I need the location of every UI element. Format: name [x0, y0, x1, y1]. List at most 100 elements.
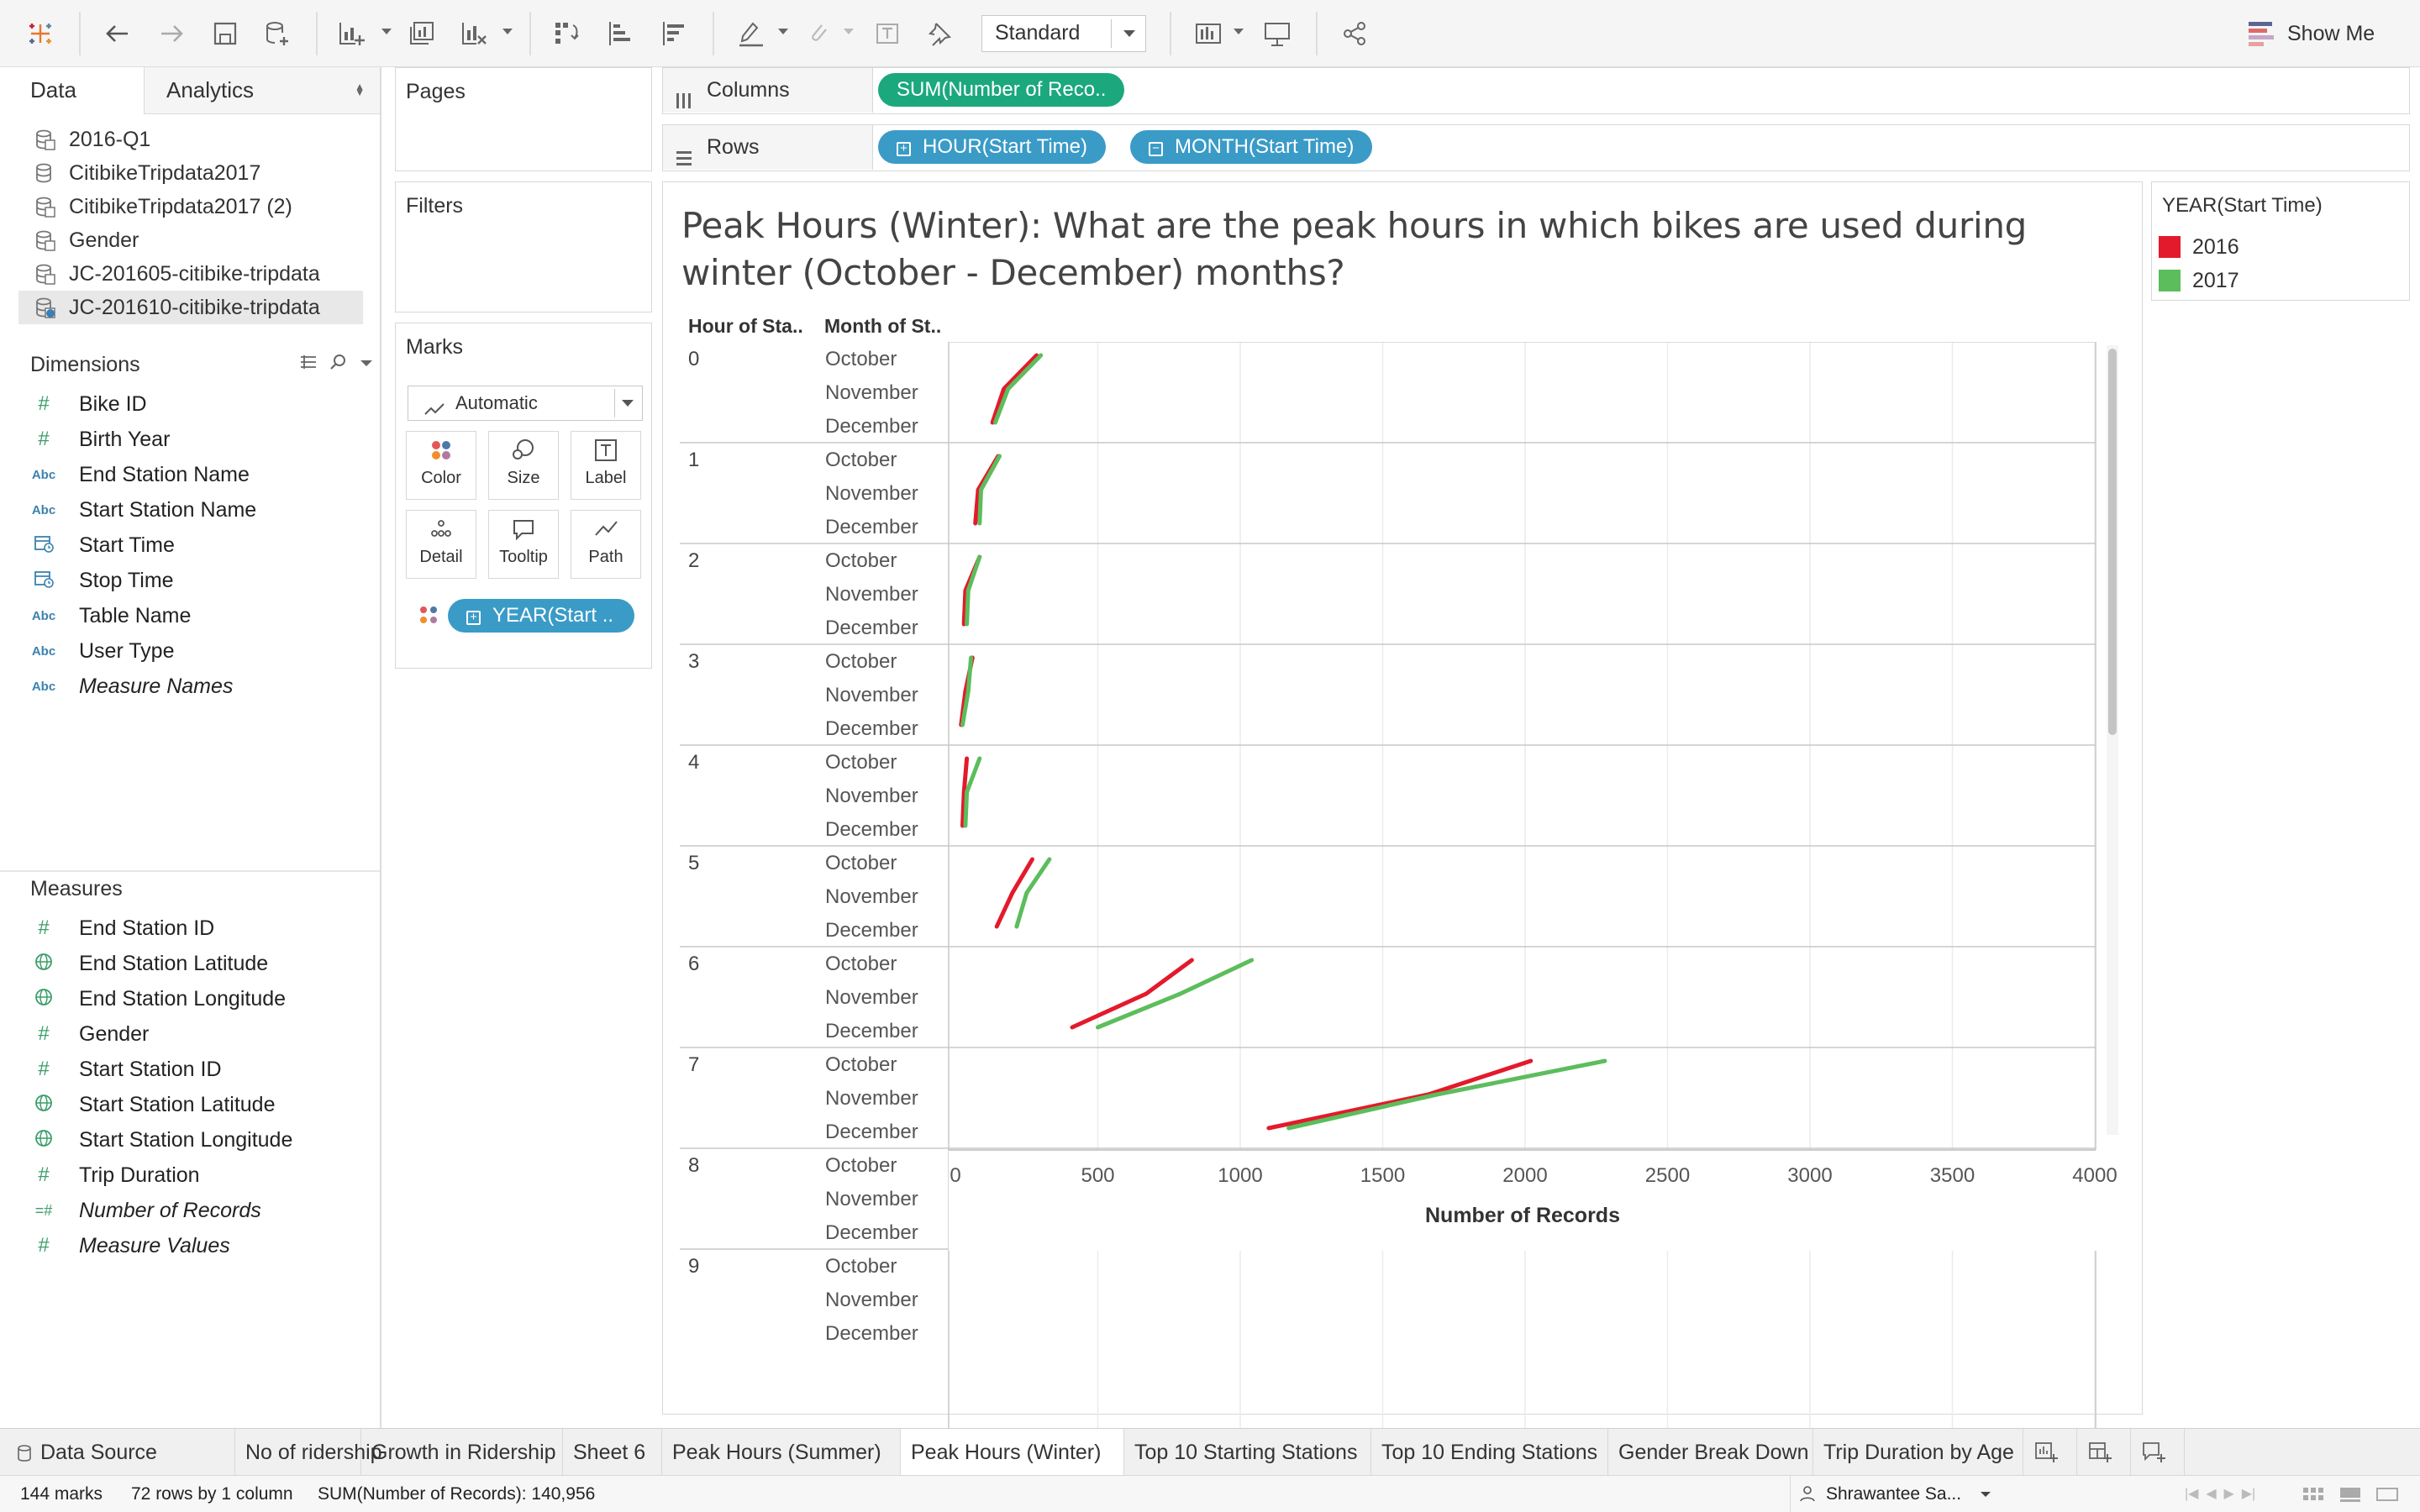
redo-icon[interactable] — [151, 12, 192, 55]
save-icon[interactable] — [205, 12, 245, 55]
hour-start-time-pill[interactable]: + HOUR(Start Time) — [878, 130, 1107, 164]
presentation-mode-icon[interactable] — [1257, 12, 1297, 55]
field-user-type[interactable]: Abc User Type — [30, 633, 366, 669]
new-worksheet-tab-icon[interactable] — [2023, 1429, 2077, 1476]
field-start-station-id[interactable]: # Start Station ID — [30, 1052, 366, 1087]
tab-peak-hours-winter[interactable]: Peak Hours (Winter) — [901, 1429, 1124, 1476]
tab-trip-duration-by-age[interactable]: Trip Duration by Age — [1813, 1429, 2023, 1476]
legend-item-2016[interactable]: 2016 — [2159, 234, 2239, 260]
datasource-item-2016-q1[interactable]: 2016-Q1 — [18, 123, 363, 156]
datasource-item-citibiketripdata2017-2[interactable]: CitibikeTripdata2017 (2) — [18, 190, 363, 223]
pages-card[interactable]: Pages — [395, 67, 652, 171]
detail-dots-icon — [431, 520, 451, 537]
field-label: Start Time — [79, 533, 175, 557]
tab-gender-break-down[interactable]: Gender Break Down — [1608, 1429, 1813, 1476]
tab-sheet-6[interactable]: Sheet 6 — [563, 1429, 662, 1476]
path-button[interactable]: Path — [571, 510, 641, 579]
tab-data-source[interactable]: Data Source — [7, 1429, 235, 1476]
show-me-label: Show Me — [2287, 21, 2375, 45]
show-cards-icon[interactable] — [1188, 12, 1228, 55]
legend-item-2017[interactable]: 2017 — [2159, 268, 2239, 293]
label-button[interactable]: Label — [571, 431, 641, 500]
user-menu[interactable]: Shrawantee Sa... — [1790, 1476, 2002, 1512]
x-tick-label: 3000 — [1787, 1164, 1832, 1187]
mark-type-select[interactable]: Automatic — [408, 386, 643, 421]
sort-descending-icon[interactable] — [654, 12, 694, 55]
chevron-down-icon[interactable] — [360, 357, 373, 372]
fix-axes-pin-icon[interactable] — [919, 12, 960, 55]
sum-records-pill[interactable]: SUM(Number of Reco.. — [878, 73, 1125, 107]
search-icon[interactable] — [329, 353, 348, 375]
field-stop-time[interactable]: Stop Time — [30, 563, 366, 598]
view-layout-icons[interactable] — [2302, 1476, 2398, 1512]
month-label: October — [825, 348, 897, 370]
new-worksheet-icon[interactable] — [331, 12, 371, 55]
color-label: Color — [421, 469, 461, 487]
clear-sheet-icon[interactable] — [454, 12, 494, 55]
month-label: November — [825, 885, 918, 908]
group-members-icon[interactable] — [798, 12, 839, 55]
field-measure-names[interactable]: Abc Measure Names — [30, 669, 366, 704]
status-sum: SUM(Number of Records): 140,956 — [318, 1484, 596, 1504]
filters-card[interactable]: Filters — [395, 181, 652, 312]
view-list-icon[interactable] — [299, 354, 318, 375]
tab-growth-in-ridership[interactable]: Growth in Ridership — [361, 1429, 563, 1476]
field-number-of-records[interactable]: =# Number of Records — [30, 1193, 366, 1228]
fit-view-select[interactable]: Standard — [981, 15, 1146, 52]
new-story-tab-icon[interactable] — [2131, 1429, 2185, 1476]
field-start-station-longitude[interactable]: Start Station Longitude — [30, 1122, 366, 1158]
datasource-item-jc-201605-citibike-tripdata[interactable]: JC-201605-citibike-tripdata — [18, 257, 363, 291]
year-color-pill[interactable]: + YEAR(Start .. — [448, 599, 634, 633]
datasource-item-gender[interactable]: Gender — [18, 223, 363, 257]
label-text-icon — [595, 439, 617, 461]
month-start-time-pill[interactable]: − MONTH(Start Time) — [1130, 130, 1373, 164]
swap-rows-columns-icon[interactable] — [546, 12, 587, 55]
sheet-navigation[interactable]: |◀ ◀ ▶ ▶| — [2185, 1476, 2255, 1512]
datasource-item-citibiketripdata2017[interactable]: CitibikeTripdata2017 — [18, 156, 363, 190]
field-end-station-longitude[interactable]: End Station Longitude — [30, 981, 366, 1016]
hour-column-header[interactable]: Hour of Sta.. — [688, 315, 803, 338]
field-table-name[interactable]: Abc Table Name — [30, 598, 366, 633]
hour-label: 0 — [688, 348, 699, 370]
rows-shelf[interactable]: Rows + HOUR(Start Time) − MONTH(Start Time… — [662, 124, 2410, 171]
field-birth-year[interactable]: # Birth Year — [30, 422, 366, 457]
tooltip-button[interactable]: Tooltip — [488, 510, 559, 579]
undo-icon[interactable] — [97, 12, 138, 55]
tab-peak-hours-summer[interactable]: Peak Hours (Summer) — [662, 1429, 901, 1476]
datasource-label: JC-201610-citibike-tripdata — [69, 295, 320, 319]
field-end-station-name[interactable]: Abc End Station Name — [30, 457, 366, 492]
field-bike-id[interactable]: # Bike ID — [30, 386, 366, 422]
datasource-item-jc-201610-citibike-tripdata[interactable]: JC-201610-citibike-tripdata — [18, 291, 363, 324]
size-button[interactable]: Size — [488, 431, 559, 500]
field-start-station-name[interactable]: Abc Start Station Name — [30, 492, 366, 528]
duplicate-sheet-icon[interactable] — [402, 12, 442, 55]
field-gender[interactable]: # Gender — [30, 1016, 366, 1052]
detail-button[interactable]: Detail — [406, 510, 476, 579]
chevron-down-icon — [1123, 30, 1135, 37]
highlight-icon[interactable] — [731, 12, 771, 55]
month-column-header[interactable]: Month of St.. — [824, 315, 941, 338]
new-datasource-icon[interactable] — [257, 12, 297, 55]
tab-top-10-starting-stations[interactable]: Top 10 Starting Stations — [1124, 1429, 1371, 1476]
tableau-logo-icon[interactable] — [24, 12, 57, 55]
columns-shelf[interactable]: Columns SUM(Number of Reco.. — [662, 67, 2410, 114]
field-start-station-latitude[interactable]: Start Station Latitude — [30, 1087, 366, 1122]
month-label: November — [825, 1087, 918, 1110]
field-end-station-id[interactable]: # End Station ID — [30, 911, 366, 946]
field-start-time[interactable]: Start Time — [30, 528, 366, 563]
field-trip-duration[interactable]: # Trip Duration — [30, 1158, 366, 1193]
sort-ascending-icon[interactable] — [600, 12, 640, 55]
color-button[interactable]: Color — [406, 431, 476, 500]
field-measure-values[interactable]: # Measure Values — [30, 1228, 366, 1263]
field-end-station-latitude[interactable]: End Station Latitude — [30, 946, 366, 981]
field-label: Number of Records — [79, 1198, 261, 1222]
new-dashboard-tab-icon[interactable] — [2077, 1429, 2131, 1476]
share-icon[interactable] — [1334, 12, 1375, 55]
legend-swatch — [2159, 236, 2181, 258]
tab-no-of-ridership[interactable]: No of ridership — [235, 1429, 382, 1476]
tab-top-10-ending-stations[interactable]: Top 10 Ending Stations — [1371, 1429, 1608, 1476]
show-mark-labels-icon[interactable] — [867, 12, 908, 55]
show-me-button[interactable]: Show Me — [2249, 17, 2375, 50]
tab-analytics[interactable]: Analytics ▲ ▼ — [145, 67, 380, 114]
tab-data[interactable]: Data — [0, 67, 145, 114]
